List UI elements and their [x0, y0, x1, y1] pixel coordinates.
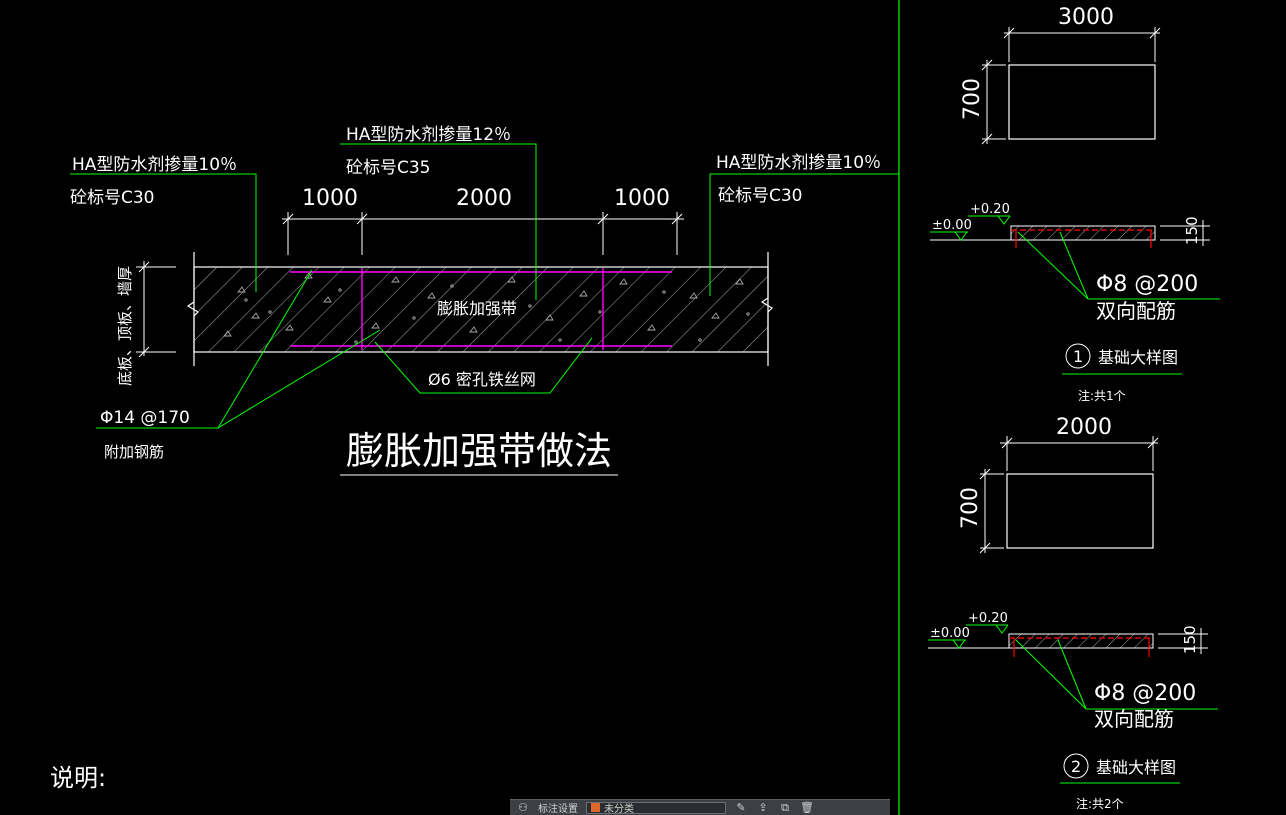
foundation-detail-1: 3000 700 ±0.00 +0.20 150 Φ8 @200 双向配筋 1	[930, 5, 1220, 403]
detail2-level-high: +0.20	[968, 611, 1008, 626]
expansion-band-detail: 1000 2000 1000 底板、顶板、墙厚 HA型防水剂掺量10％ 砼标号C…	[70, 125, 899, 476]
detail1-rebar: Φ8 @200	[1096, 272, 1198, 297]
foundation-detail-2: 2000 700 ±0.00 +0.20 150 Φ8 @200 双向配筋 2 …	[928, 415, 1218, 811]
layer-settings-label: 标注设置	[538, 804, 578, 815]
rebar-label-line2: 附加钢筋	[104, 443, 164, 461]
detail2-title: 基础大样图	[1096, 758, 1176, 777]
copy-icon[interactable]: ⧉	[778, 801, 792, 814]
mesh-label: Ø6 密孔铁丝网	[428, 370, 536, 389]
upload-icon[interactable]: ⇪	[756, 801, 770, 814]
left-note-line2: 砼标号C30	[70, 188, 155, 208]
right-note-line1: HA型防水剂掺量10％	[716, 153, 881, 173]
detail2-rebar: Φ8 @200	[1094, 681, 1196, 706]
thickness-dimension	[136, 261, 176, 358]
detail2-height: 700	[958, 487, 983, 529]
detail2-plan-rect	[1006, 473, 1154, 549]
detail1-rebar-note: 双向配筋	[1096, 299, 1176, 323]
trash-icon[interactable]: 🗑	[800, 801, 814, 814]
detail1-height: 700	[960, 78, 985, 120]
detail2-thickness: 150	[1181, 625, 1199, 654]
dimension-chain	[282, 212, 684, 255]
left-note-line1: HA型防水剂掺量10％	[72, 155, 237, 175]
layer-color-swatch	[591, 803, 600, 812]
thickness-label: 底板、顶板、墙厚	[116, 266, 134, 386]
detail1-number: 1	[1073, 347, 1083, 366]
notes-heading: 说明:	[50, 764, 106, 792]
binoculars-icon[interactable]: ⚇	[516, 801, 530, 814]
cad-drawing-canvas[interactable]: 1000 2000 1000 底板、顶板、墙厚 HA型防水剂掺量10％ 砼标号C…	[0, 0, 1286, 815]
detail1-note: 注:共1个	[1078, 388, 1126, 403]
center-note-line1: HA型防水剂掺量12％	[346, 125, 511, 145]
detail1-width: 3000	[1058, 5, 1114, 30]
layer-dropdown-value: 未分类	[604, 804, 634, 815]
detail1-level-high: +0.20	[970, 202, 1010, 217]
detail2-width: 2000	[1056, 415, 1112, 440]
right-note-line2: 砼标号C30	[718, 186, 803, 206]
detail2-section	[1008, 633, 1154, 649]
edit-icon[interactable]: ✎	[734, 801, 748, 814]
floating-property-toolbar: ⚇ 标注设置 未分类 ✎ ⇪ ⧉ 🗑	[510, 799, 890, 815]
rebar-label-line1: Φ14 @170	[100, 408, 190, 428]
detail1-plan-rect	[1008, 64, 1156, 140]
detail2-note: 注:共2个	[1076, 796, 1124, 811]
detail1-thickness: 150	[1183, 216, 1201, 245]
detail-title: 膨胀加强带做法	[346, 429, 612, 473]
band-label: 膨胀加强带	[437, 299, 517, 318]
detail2-number: 2	[1071, 757, 1081, 776]
center-note-line2: 砼标号C35	[346, 158, 431, 178]
dim-center: 2000	[456, 186, 512, 211]
detail1-level-low: ±0.00	[932, 218, 972, 233]
detail1-title: 基础大样图	[1098, 348, 1178, 367]
detail2-level-low: ±0.00	[930, 626, 970, 641]
dim-left: 1000	[302, 186, 358, 211]
detail1-section	[1010, 225, 1156, 241]
dim-right: 1000	[614, 186, 670, 211]
layer-dropdown[interactable]: 未分类	[586, 801, 726, 815]
detail2-rebar-note: 双向配筋	[1094, 707, 1174, 731]
